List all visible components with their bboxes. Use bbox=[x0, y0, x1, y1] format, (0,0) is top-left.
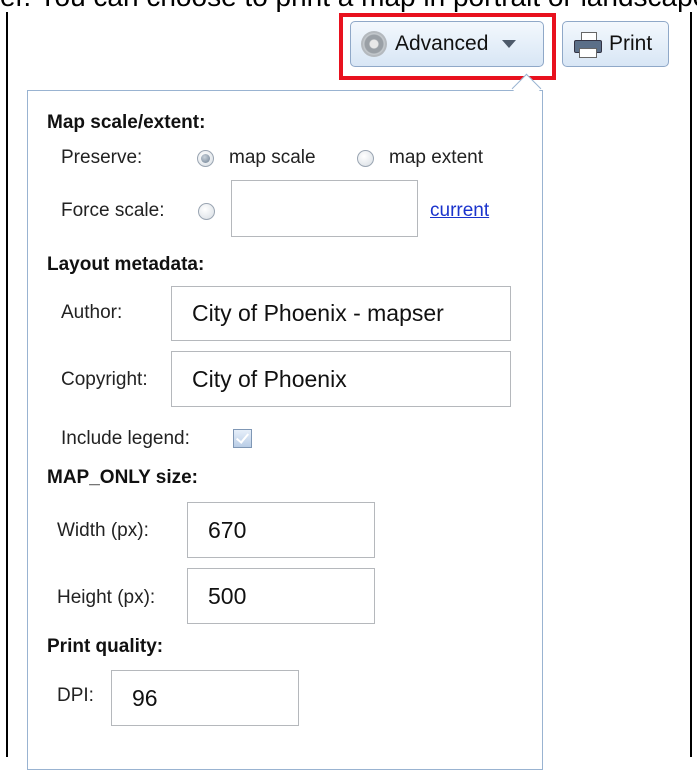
map-scale-radio[interactable] bbox=[197, 150, 214, 167]
include-legend-checkbox[interactable] bbox=[233, 429, 252, 448]
current-scale-link[interactable]: current bbox=[430, 200, 489, 222]
frame-left-border bbox=[6, 12, 8, 757]
print-quality-heading: Print quality: bbox=[47, 636, 164, 657]
map-only-size-heading: MAP_ONLY size: bbox=[47, 467, 198, 488]
dpi-label: DPI: bbox=[57, 685, 94, 706]
width-label: Width (px): bbox=[57, 520, 149, 541]
height-input[interactable]: 500 bbox=[187, 568, 375, 624]
copyright-label: Copyright: bbox=[61, 369, 148, 390]
map-extent-option-label: map extent bbox=[389, 147, 483, 168]
cropped-instruction-text: er. You can choose to print a map in por… bbox=[0, 0, 697, 12]
include-legend-label: Include legend: bbox=[61, 428, 190, 449]
preserve-label: Preserve: bbox=[61, 147, 143, 168]
author-label: Author: bbox=[61, 302, 123, 323]
force-scale-radio[interactable] bbox=[198, 203, 215, 220]
print-button-label: Print bbox=[609, 32, 653, 55]
copyright-input[interactable]: City of Phoenix bbox=[171, 351, 511, 407]
dpi-input[interactable]: 96 bbox=[111, 670, 299, 726]
force-scale-label: Force scale: bbox=[61, 200, 165, 221]
advanced-highlight-box bbox=[339, 13, 556, 80]
map-scale-heading: Map scale/extent: bbox=[47, 112, 206, 133]
layout-metadata-heading: Layout metadata: bbox=[47, 254, 205, 275]
printer-icon bbox=[573, 31, 603, 58]
print-button[interactable]: Print bbox=[562, 21, 669, 67]
height-label: Height (px): bbox=[57, 587, 156, 608]
author-input[interactable]: City of Phoenix - mapser bbox=[171, 286, 511, 341]
force-scale-input[interactable] bbox=[231, 180, 418, 237]
map-extent-radio[interactable] bbox=[357, 150, 374, 167]
width-input[interactable]: 670 bbox=[187, 502, 375, 558]
frame-right-border bbox=[690, 12, 692, 757]
map-scale-option-label: map scale bbox=[229, 147, 316, 168]
